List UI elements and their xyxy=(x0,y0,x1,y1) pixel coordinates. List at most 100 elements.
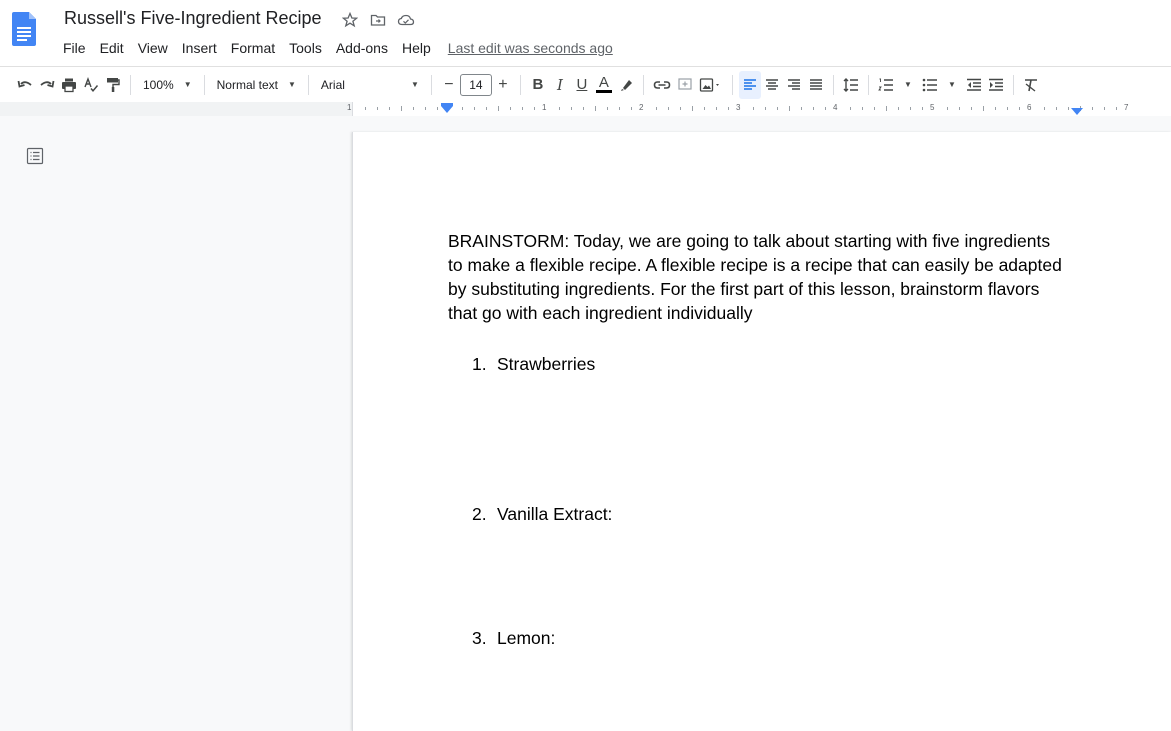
toolbar-divider xyxy=(867,74,869,95)
undo-icon[interactable] xyxy=(14,71,36,99)
increase-indent-icon[interactable] xyxy=(985,71,1007,99)
menu-insert[interactable]: Insert xyxy=(175,38,224,58)
toolbar-divider xyxy=(1012,74,1014,95)
ruler-tick xyxy=(910,107,911,110)
spellcheck-icon[interactable] xyxy=(80,71,102,99)
menu-edit[interactable]: Edit xyxy=(93,38,131,58)
list-item[interactable]: 1. Strawberries xyxy=(472,354,595,375)
list-item-text: Strawberries xyxy=(497,354,596,374)
brainstorm-paragraph[interactable]: BRAINSTORM: Today, we are going to talk … xyxy=(448,229,1068,325)
add-comment-icon[interactable] xyxy=(674,71,696,99)
insert-link-icon[interactable] xyxy=(650,71,674,99)
ruler-tick xyxy=(437,107,438,110)
ruler-tick xyxy=(474,107,475,110)
ruler[interactable]: 1 1 2 3 4 5 6 7 xyxy=(347,102,1171,116)
ruler-tick xyxy=(813,107,814,110)
numbered-list-options-chevron-icon[interactable]: ▼ xyxy=(897,71,919,99)
ruler-number: 3 xyxy=(736,103,741,112)
increase-font-size-button[interactable]: + xyxy=(492,71,514,99)
list-item[interactable]: 3. Lemon: xyxy=(472,628,555,649)
list-number: 2. xyxy=(472,504,487,524)
toolbar-divider xyxy=(731,74,733,95)
clear-formatting-icon[interactable] xyxy=(1020,71,1042,99)
align-center-icon[interactable] xyxy=(761,71,783,99)
ruler-tick xyxy=(1056,107,1057,110)
ruler-tick xyxy=(704,107,705,110)
title-bar: Russell's Five-Ingredient Recipe File Ed… xyxy=(0,0,1171,64)
ruler-tick xyxy=(1116,107,1117,110)
ruler-tick xyxy=(559,107,560,110)
justify-icon[interactable] xyxy=(805,71,827,99)
paragraph-style-select[interactable]: Normal text ▼ xyxy=(211,78,302,92)
ruler-tick xyxy=(571,107,572,110)
ruler-tick xyxy=(1019,107,1020,110)
left-indent-marker[interactable] xyxy=(441,106,453,113)
ruler-tick xyxy=(825,107,826,110)
ruler-tick xyxy=(668,107,669,110)
ruler-tick xyxy=(692,106,693,111)
ruler-tick xyxy=(801,107,802,110)
font-select[interactable]: Arial ▼ xyxy=(315,78,425,92)
move-to-folder-icon[interactable] xyxy=(368,10,388,30)
menu-file[interactable]: File xyxy=(56,38,93,58)
menu-add-ons[interactable]: Add-ons xyxy=(329,38,395,58)
right-indent-marker[interactable] xyxy=(1071,108,1083,115)
zoom-select[interactable]: 100% ▼ xyxy=(137,78,198,92)
document-outline-icon[interactable] xyxy=(26,147,44,165)
insert-image-icon[interactable] xyxy=(696,71,726,99)
bulleted-list-options-chevron-icon[interactable]: ▼ xyxy=(941,71,963,99)
ruler-tick xyxy=(462,107,463,110)
redo-icon[interactable] xyxy=(36,71,58,99)
toolbar-divider xyxy=(203,74,205,95)
ruler-tick xyxy=(425,107,426,110)
underline-button[interactable]: U xyxy=(571,71,593,99)
highlight-icon[interactable] xyxy=(615,71,637,99)
ruler-tick xyxy=(1092,107,1093,110)
print-icon[interactable] xyxy=(58,71,80,99)
ruler-tick xyxy=(959,107,960,110)
ruler-tick xyxy=(510,107,511,110)
toolbar-divider xyxy=(642,74,644,95)
ruler-number: 5 xyxy=(930,103,935,112)
text-color-button[interactable]: A xyxy=(593,71,615,99)
line-spacing-icon[interactable] xyxy=(840,71,862,99)
bold-button[interactable]: B xyxy=(527,71,549,99)
decrease-font-size-button[interactable]: − xyxy=(438,71,460,99)
ruler-tick xyxy=(365,107,366,110)
menu-view[interactable]: View xyxy=(131,38,175,58)
align-right-icon[interactable] xyxy=(783,71,805,99)
menu-help[interactable]: Help xyxy=(395,38,438,58)
ruler-number: 7 xyxy=(1124,103,1129,112)
paragraph-style-value: Normal text xyxy=(216,77,278,92)
font-value: Arial xyxy=(320,77,345,92)
ruler-tick xyxy=(862,107,863,110)
ruler-number: 2 xyxy=(639,103,644,112)
decrease-indent-icon[interactable] xyxy=(963,71,985,99)
ruler-tick xyxy=(498,106,499,111)
ruler-tick xyxy=(777,107,778,110)
bulleted-list-icon[interactable] xyxy=(919,71,941,99)
last-edit-link[interactable]: Last edit was seconds ago xyxy=(448,38,613,58)
font-size-input[interactable]: 14 xyxy=(459,73,492,96)
ruler-tick xyxy=(874,107,875,110)
ruler-number: 1 xyxy=(542,103,547,112)
toolbar-divider xyxy=(519,74,521,95)
star-icon[interactable] xyxy=(340,10,360,30)
chevron-down-icon: ▼ xyxy=(183,80,192,89)
list-item[interactable]: 2. Vanilla Extract: xyxy=(472,504,612,525)
ruler-tick xyxy=(377,107,378,110)
ruler-tick xyxy=(716,107,717,110)
document-title[interactable]: Russell's Five-Ingredient Recipe xyxy=(64,8,322,29)
docs-logo-icon[interactable] xyxy=(12,12,36,46)
align-left-icon[interactable] xyxy=(738,70,761,99)
italic-button[interactable]: I xyxy=(549,71,571,99)
toolbar: 100% ▼ Normal text ▼ Arial ▼ − 14 + B I … xyxy=(0,66,1171,102)
ruler-tick xyxy=(522,107,523,110)
cloud-status-icon[interactable] xyxy=(396,10,416,30)
numbered-list-icon[interactable] xyxy=(875,71,897,99)
text-color-swatch xyxy=(595,90,612,93)
menu-format[interactable]: Format xyxy=(224,38,282,58)
menu-tools[interactable]: Tools xyxy=(282,38,329,58)
ruler-tick xyxy=(534,107,535,110)
paint-format-icon[interactable] xyxy=(102,71,124,99)
